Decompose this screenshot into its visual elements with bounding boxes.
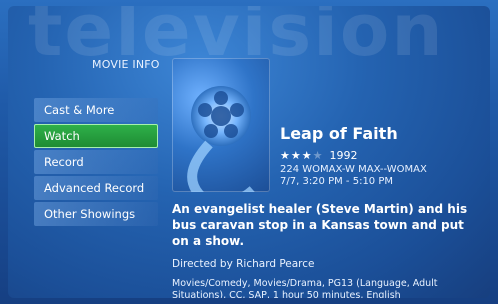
- menu-item-record[interactable]: Record: [34, 150, 158, 174]
- star-empty-icon: ★: [312, 149, 324, 162]
- menu-item-cast-more[interactable]: Cast & More: [34, 98, 158, 122]
- year: 1992: [329, 149, 358, 162]
- menu: Cast & More Watch Record Advanced Record…: [34, 98, 158, 228]
- movie-info: Leap of Faith ★★★★ 1992 224 WOMAX-W MAX-…: [280, 124, 427, 188]
- director: Directed by Richard Pearce: [172, 258, 315, 270]
- star-icon: ★: [290, 149, 302, 162]
- menu-item-advanced-record[interactable]: Advanced Record: [34, 176, 158, 200]
- showtime: 7/7, 3:20 PM - 5:10 PM: [280, 176, 394, 187]
- star-half-icon: ★: [301, 149, 313, 162]
- star-icon: ★: [280, 149, 291, 162]
- movie-poster: [172, 58, 270, 209]
- movie-description: An evangelist healer (Steve Martin) and …: [172, 202, 468, 248]
- star-rating: ★★★★: [280, 149, 324, 162]
- page-title: MOVIE INFO: [92, 58, 160, 71]
- movie-title: Leap of Faith: [280, 124, 398, 143]
- app-window: television MOVIE INFO Cast & More Watch …: [8, 6, 490, 298]
- movie-details: Movies/Comedy, Movies/Drama, PG13 (Langu…: [172, 278, 438, 298]
- menu-item-watch[interactable]: Watch: [34, 124, 158, 148]
- channel: 224 WOMAX-W MAX--WOMAX: [280, 164, 427, 175]
- film-reel-icon: [187, 86, 257, 209]
- rating-row: ★★★★ 1992: [280, 149, 427, 162]
- menu-item-other-showings[interactable]: Other Showings: [34, 202, 158, 226]
